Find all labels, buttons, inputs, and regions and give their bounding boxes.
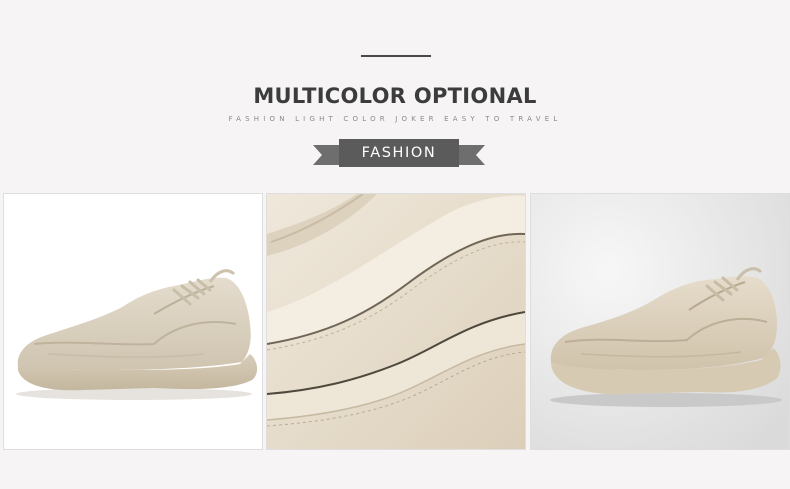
product-image-side-view[interactable] [3,193,263,450]
section-title: MULTICOLOR OPTIONAL [253,84,537,108]
decorative-top-rule [361,55,431,57]
ribbon-label: FASHION [361,145,437,161]
fashion-ribbon-badge: FASHION [313,139,485,167]
sneaker-illustration-gray-bg [531,194,789,449]
sneaker-illustration [16,269,258,400]
leather-closeup-illustration [267,194,525,449]
product-image-closeup[interactable] [266,193,526,450]
product-image-studio-view[interactable] [530,193,790,450]
section-subtitle: FASHION LIGHT COLOR JOKER EASY TO TRAVEL [228,115,562,123]
